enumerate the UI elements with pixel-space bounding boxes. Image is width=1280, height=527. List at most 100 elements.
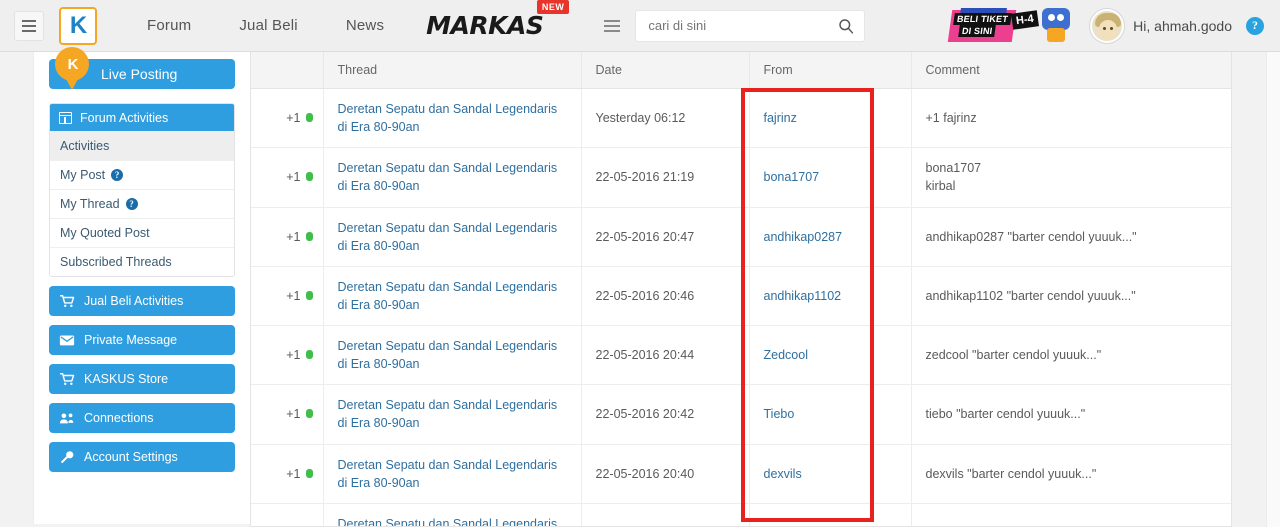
- comment-line-1: andhikap1102 "barter cendol yuuuk...": [925, 288, 1136, 303]
- thread-link[interactable]: Deretan Sepatu dan Sandal Legendaris di …: [338, 396, 567, 432]
- thread-link[interactable]: Deretan Sepatu dan Sandal Legendaris di …: [338, 456, 567, 492]
- table-header-row: Thread Date From Comment: [251, 52, 1231, 89]
- users-icon: [59, 413, 74, 424]
- from-cell: dexvils: [749, 444, 912, 504]
- plus-value: +1: [286, 229, 301, 244]
- kaskus-logo[interactable]: K: [59, 6, 97, 45]
- activities-panel: Thread Date From Comment +1 Deretan Sepat…: [250, 52, 1232, 527]
- nav-item-forum[interactable]: Forum: [123, 17, 215, 34]
- help-icon[interactable]: ?: [1246, 16, 1264, 35]
- table-row: +1 Deretan Sepatu dan Sandal Legendaris d…: [251, 325, 1231, 386]
- green-status-dot-icon: [305, 409, 313, 419]
- nav-item-news[interactable]: News: [322, 17, 408, 34]
- thread-link[interactable]: Deretan Sepatu dan Sandal Legendaris di …: [338, 515, 567, 526]
- thread-cell: Deretan Sepatu dan Sandal Legendaris di …: [323, 503, 582, 526]
- live-posting-label: Live Posting: [101, 66, 178, 82]
- from-user-link[interactable]: fajrinz: [764, 111, 797, 125]
- comment-cell: andhikap0287 "barter cendol yuuuk...": [911, 207, 1231, 267]
- sidebar-item-subscribed-threads[interactable]: Subscribed Threads: [50, 247, 234, 276]
- activities-table: Thread Date From Comment +1 Deretan Sepat…: [251, 52, 1231, 526]
- search-input[interactable]: [646, 17, 839, 34]
- markas-logo-text: MARKAS: [426, 11, 544, 40]
- sidebar-item-private-message[interactable]: Private Message: [49, 325, 235, 355]
- help-badge-icon[interactable]: ?: [125, 198, 138, 210]
- sidebar-item-activities[interactable]: Activities: [50, 131, 234, 160]
- banner-countdown-tag: H-4: [1011, 9, 1039, 30]
- user-greeting[interactable]: Hi, ahmah.godo: [1133, 18, 1232, 34]
- sidebar-item-label: Activities: [60, 139, 110, 153]
- markas-logo[interactable]: MARKAS NEW: [426, 0, 570, 40]
- date-cell: 22-05-2016 20:42: [581, 384, 750, 445]
- from-user-link[interactable]: Zedcool: [764, 348, 808, 362]
- sidebar-item-label: Jual Beli Activities: [84, 294, 184, 308]
- banner-line2: DI SINI: [958, 24, 997, 37]
- table-row: +1 Deretan Sepatu dan Sandal Legendaris d…: [251, 384, 1231, 445]
- sidebar-item-jual-beli-activities[interactable]: Jual Beli Activities: [49, 286, 235, 316]
- menu-hamburger-icon[interactable]: [14, 10, 44, 41]
- grid-icon: [59, 111, 72, 124]
- table-row: +1 Deretan Sepatu dan Sandal Legendaris d…: [251, 147, 1231, 208]
- sidebar-item-my-quoted-post[interactable]: My Quoted Post: [50, 218, 234, 247]
- date-cell: 22-05-2016 20:25: [581, 503, 750, 526]
- date-cell: 22-05-2016 20:47: [581, 207, 750, 267]
- comment-line-2: kirbal: [925, 179, 956, 194]
- sidebar-item-my-thread[interactable]: My Thread ?: [50, 189, 234, 218]
- plus-cell: +1: [251, 207, 324, 267]
- table-row: +1 Deretan Sepatu dan Sandal Legendaris d…: [251, 444, 1231, 504]
- sidebar-item-account-settings[interactable]: Account Settings: [49, 442, 235, 472]
- comment-cell: dexvils "barter cendol yuuuk...": [911, 444, 1231, 504]
- thread-link[interactable]: Deretan Sepatu dan Sandal Legendaris di …: [338, 278, 567, 314]
- sidebar-item-label: My Post: [60, 168, 106, 182]
- date-cell: 22-05-2016 20:40: [581, 444, 750, 504]
- kaskus-logo-text: K: [69, 11, 87, 39]
- sidebar-item-my-post[interactable]: My Post ?: [50, 160, 234, 189]
- page-scrollbar[interactable]: [1266, 52, 1280, 527]
- search-category-icon[interactable]: [599, 13, 625, 39]
- plus-cell: +1: [251, 147, 324, 208]
- from-user-link[interactable]: andhikap0287: [764, 230, 843, 244]
- plus-value: +1: [286, 288, 301, 303]
- live-posting-button[interactable]: K Live Posting: [49, 47, 235, 90]
- user-avatar[interactable]: [1090, 8, 1125, 43]
- promo-banner[interactable]: BELI TIKET DI SINI H-4: [947, 6, 1076, 46]
- help-badge-icon[interactable]: ?: [111, 169, 124, 181]
- date-cell: Yesterday 06:12: [581, 88, 750, 149]
- comment-cell: andhikap1102 "barter cendol yuuuk...": [911, 266, 1231, 327]
- thread-cell: Deretan Sepatu dan Sandal Legendaris di …: [323, 384, 582, 445]
- sidebar-item-kaskus-store[interactable]: KASKUS Store: [49, 364, 235, 394]
- search-icon[interactable]: [838, 18, 854, 34]
- plus-cell: +1: [251, 266, 324, 327]
- search-box[interactable]: [635, 9, 866, 42]
- green-status-dot-icon: [305, 290, 313, 300]
- green-status-dot-icon: [305, 113, 313, 123]
- envelope-icon: [59, 335, 75, 346]
- sidebar-item-label: KASKUS Store: [84, 372, 169, 386]
- nav-item-jual-beli[interactable]: Jual Beli: [215, 17, 322, 34]
- from-user-link[interactable]: Tiebo: [764, 407, 795, 421]
- cart-icon: [60, 373, 75, 386]
- th-thread: Thread: [323, 52, 582, 89]
- from-user-link[interactable]: dexvils: [764, 467, 802, 481]
- top-header: K Forum Jual Beli News MARKAS NEW BELI T…: [0, 0, 1280, 52]
- plus-cell: +1: [251, 444, 324, 504]
- comment-line-1: +1 fajrinz: [925, 111, 977, 126]
- thread-link[interactable]: Deretan Sepatu dan Sandal Legendaris di …: [338, 337, 567, 373]
- sidebar-item-forum-activities[interactable]: Forum Activities: [50, 104, 234, 131]
- comment-line-1: dexvils "barter cendol yuuuk...": [925, 466, 1097, 481]
- thread-cell: Deretan Sepatu dan Sandal Legendaris di …: [323, 266, 582, 327]
- main-nav: Forum Jual Beli News: [123, 17, 408, 34]
- from-user-link[interactable]: bona1707: [764, 170, 820, 184]
- comment-line-1: zedcool "barter cendol yuuuk...": [925, 348, 1102, 363]
- thread-cell: Deretan Sepatu dan Sandal Legendaris di …: [323, 325, 582, 386]
- from-cell: Tiebo: [749, 384, 912, 445]
- thread-link[interactable]: Deretan Sepatu dan Sandal Legendaris di …: [338, 159, 567, 195]
- sidebar-item-connections[interactable]: Connections: [49, 403, 235, 433]
- sidebar-item-label: Subscribed Threads: [60, 255, 172, 269]
- th-plus: [251, 52, 324, 89]
- thread-link[interactable]: Deretan Sepatu dan Sandal Legendaris di …: [338, 100, 567, 136]
- plus-cell: +1: [251, 503, 324, 526]
- thread-link[interactable]: Deretan Sepatu dan Sandal Legendaris di …: [338, 219, 567, 255]
- live-posting-pin-text: K: [67, 55, 79, 73]
- markas-new-badge: NEW: [536, 0, 570, 14]
- from-user-link[interactable]: andhikap1102: [764, 289, 842, 303]
